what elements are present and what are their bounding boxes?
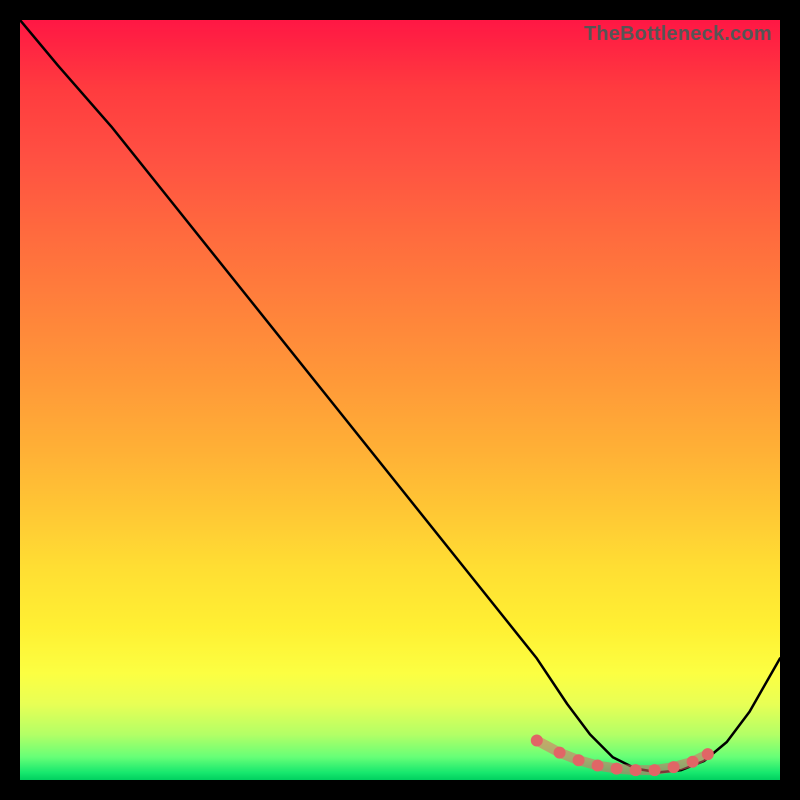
highlight-dot [649, 764, 661, 776]
chart-frame: TheBottleneck.com [0, 0, 800, 800]
highlight-dot [531, 734, 543, 746]
highlight-dot [573, 754, 585, 766]
curve-line [20, 20, 780, 772]
highlight-dot [630, 764, 642, 776]
highlight-dot [592, 760, 604, 772]
highlight-dot [611, 763, 623, 775]
highlight-dot [687, 756, 699, 768]
highlight-dot [554, 747, 566, 759]
highlight-dot [668, 761, 680, 773]
plot-area: TheBottleneck.com [20, 20, 780, 780]
chart-svg [20, 20, 780, 780]
highlight-dot [702, 748, 714, 760]
